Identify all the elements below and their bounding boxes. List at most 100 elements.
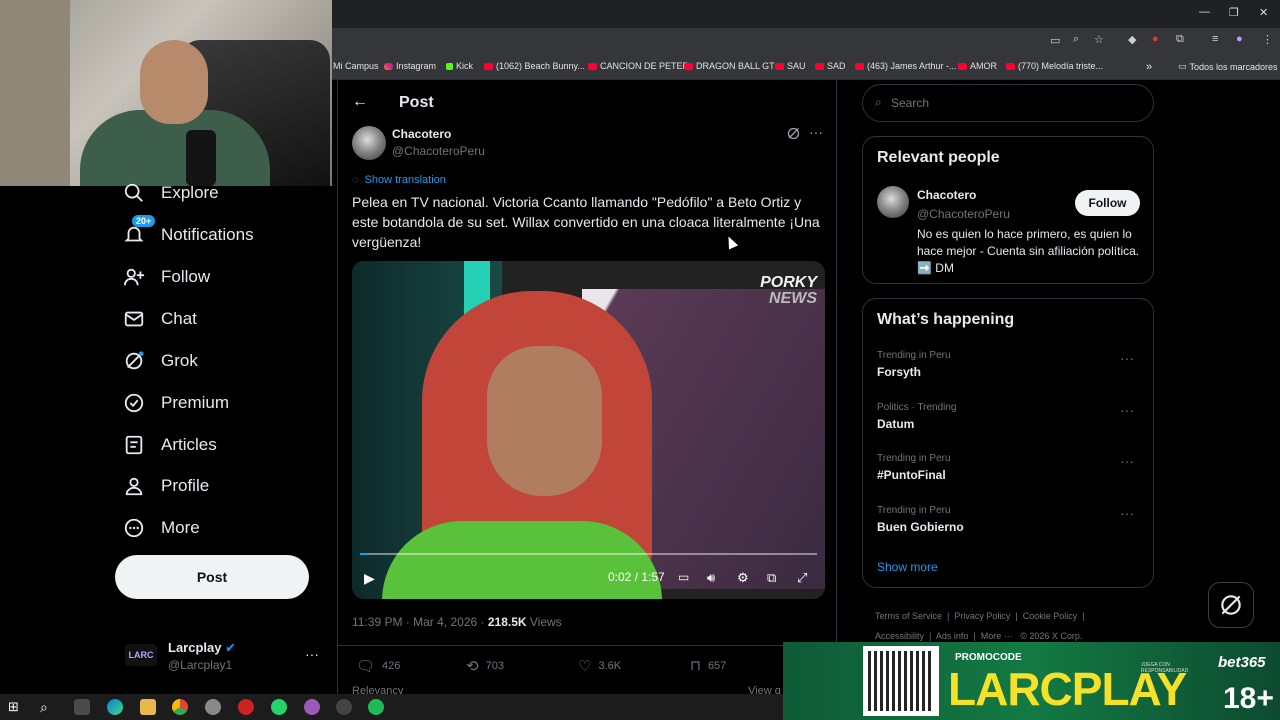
video-progress-bar[interactable]	[360, 553, 817, 555]
windows-start-icon[interactable]: ⊞	[8, 699, 24, 715]
reply-button[interactable]: 🗨︎ 426	[356, 657, 400, 675]
bookmark-james-arthur[interactable]: (463) James Arthur -...	[855, 61, 957, 71]
whatsapp-icon[interactable]	[271, 699, 287, 715]
account-more-icon[interactable]: ···	[305, 646, 319, 662]
nav-grok[interactable]: Grok	[123, 350, 198, 372]
footer-link[interactable]: Ads info	[936, 631, 969, 641]
bookmark-cancion-peter[interactable]: CANCION DE PETER	[588, 61, 689, 71]
bookmark-instagram[interactable]: Instagram	[384, 61, 436, 71]
add-person-icon	[123, 268, 145, 286]
like-button[interactable]: ♡ 3.6K	[578, 657, 621, 675]
trend-category: Politics · Trending	[877, 402, 957, 413]
grok-icon	[125, 351, 144, 370]
app-icon[interactable]	[304, 699, 320, 715]
bookmark-beach-bunny[interactable]: (1062) Beach Bunny...	[484, 61, 585, 71]
trend-item[interactable]: Trending in Peru Forsyth ···	[877, 350, 1142, 379]
minimize-icon[interactable]: —	[1199, 6, 1210, 18]
author-name[interactable]: Chacotero	[392, 127, 451, 141]
show-translation-link[interactable]: ◌ Show translation	[352, 174, 446, 186]
search-icon[interactable]: ⌕	[40, 699, 56, 715]
play-icon[interactable]: ▶	[364, 570, 375, 587]
nav-explore[interactable]: Explore	[123, 182, 219, 204]
post-button[interactable]: Post	[115, 555, 309, 599]
edge-icon[interactable]	[107, 699, 123, 715]
app-icon[interactable]	[205, 699, 221, 715]
restore-icon[interactable]: ❐	[1229, 6, 1239, 19]
close-icon[interactable]: ✕	[1259, 6, 1268, 19]
bookmark-dragon-ball[interactable]: DRAGON BALL GT	[684, 61, 775, 71]
video-channel-logo: PORKY NEWS	[760, 274, 817, 307]
media-icon[interactable]: ≡	[1212, 33, 1218, 45]
footer-link[interactable]: Privacy Policy	[954, 611, 1010, 621]
footer-link[interactable]: More ···	[981, 631, 1013, 641]
bookmark-button[interactable]: ⊓ 657	[690, 657, 726, 674]
video-player[interactable]: PORKY NEWS ▶ 0:02 / 1:57 ▭ 🔊︎ ⚙ ⧉ ⤢	[352, 261, 825, 599]
grok-floating-button[interactable]	[1208, 582, 1254, 628]
bookmarks-overflow-icon[interactable]: »	[1146, 61, 1152, 73]
youtube-icon	[588, 62, 597, 70]
follow-button[interactable]: Follow	[1075, 190, 1140, 216]
views-count: 218.5K	[487, 615, 527, 629]
nav-follow[interactable]: Follow	[123, 266, 210, 288]
post-timestamp[interactable]: 11:39 PM · Mar 4, 2026 ·	[352, 615, 488, 629]
relevant-avatar[interactable]	[877, 186, 909, 218]
cast-icon[interactable]: ▭	[1050, 34, 1060, 47]
extension-icon[interactable]: ◆	[1128, 33, 1136, 46]
nav-profile[interactable]: Profile	[123, 475, 209, 497]
nav-notifications[interactable]: 20+ Notifications	[123, 215, 254, 246]
fullscreen-icon[interactable]: ⤢	[797, 570, 807, 586]
zoom-icon[interactable]: ⌕	[1073, 33, 1079, 46]
account-switcher[interactable]: LARC Larcplay ✔ @Larcplay1 ···	[125, 636, 330, 680]
obs-icon[interactable]	[336, 699, 352, 715]
nav-premium[interactable]: Premium	[123, 392, 229, 414]
volume-icon[interactable]: 🔊︎	[707, 570, 715, 586]
repost-button[interactable]: ⟲ 703	[466, 657, 504, 675]
footer-link[interactable]: Cookie Policy	[1023, 611, 1078, 621]
store-icon[interactable]	[74, 699, 90, 715]
bookmark-amor[interactable]: AMOR	[958, 61, 997, 71]
nav-articles[interactable]: Articles	[123, 434, 217, 456]
nav-more[interactable]: More	[123, 517, 200, 539]
grok-icon[interactable]	[786, 126, 801, 141]
spotify-icon[interactable]	[368, 699, 384, 715]
trend-item[interactable]: Trending in Peru Buen Gobierno ···	[877, 505, 1142, 534]
footer-link[interactable]: Accessibility	[875, 631, 924, 641]
nav-follow-label: Follow	[161, 267, 211, 286]
search-box[interactable]: ⌕	[862, 84, 1154, 122]
extensions-puzzle-icon[interactable]: ⧉	[1176, 33, 1184, 46]
footer-link[interactable]: Terms of Service	[875, 611, 942, 621]
chrome-icon[interactable]	[172, 699, 188, 715]
picture-in-picture-icon[interactable]: ⧉	[767, 570, 776, 586]
mail-icon	[124, 311, 144, 327]
trend-item[interactable]: Trending in Peru #PuntoFinal ···	[877, 453, 1142, 482]
relevant-handle[interactable]: @ChacoteroPeru	[917, 207, 1010, 221]
bookmark-sad[interactable]: SAD	[815, 61, 846, 71]
bookmark-mi-campus[interactable]: Mi Campus	[333, 61, 379, 71]
kebab-menu-icon[interactable]: ⋮	[1262, 33, 1273, 46]
author-handle[interactable]: @ChacoteroPeru	[392, 144, 485, 158]
author-avatar[interactable]	[352, 126, 386, 160]
back-arrow-icon[interactable]: ←	[352, 93, 368, 111]
bookmark-sau[interactable]: SAU	[775, 61, 806, 71]
post-more-icon[interactable]: ···	[809, 124, 823, 140]
show-more-link[interactable]: Show more	[877, 560, 938, 574]
article-icon	[125, 435, 143, 455]
relevant-name[interactable]: Chacotero	[917, 188, 976, 202]
profile-avatar-icon[interactable]: ●	[1236, 33, 1243, 45]
file-explorer-icon[interactable]	[140, 699, 156, 715]
extension-icon[interactable]: ●	[1152, 33, 1159, 45]
settings-gear-icon[interactable]: ⚙	[737, 570, 749, 586]
bookmark-melodia[interactable]: (770) Melodía triste...	[1006, 61, 1103, 71]
captions-icon[interactable]: ▭	[678, 570, 689, 584]
trend-item[interactable]: Politics · Trending Datum ···	[877, 402, 1142, 431]
trend-more-icon[interactable]: ···	[1120, 350, 1134, 366]
nav-chat[interactable]: Chat	[123, 308, 197, 330]
trend-more-icon[interactable]: ···	[1120, 453, 1134, 469]
search-input[interactable]	[891, 93, 1131, 113]
bookmark-kick[interactable]: Kick	[446, 61, 473, 71]
trend-more-icon[interactable]: ···	[1120, 505, 1134, 521]
app-icon[interactable]	[238, 699, 254, 715]
all-bookmarks-folder[interactable]: ▭ Todos los marcadores	[1178, 61, 1278, 72]
bookmark-star-icon[interactable]: ☆	[1094, 33, 1104, 46]
trend-more-icon[interactable]: ···	[1120, 402, 1134, 418]
